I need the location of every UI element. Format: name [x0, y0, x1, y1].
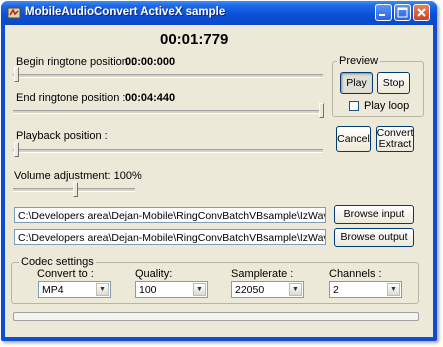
minimize-button[interactable]	[375, 4, 392, 21]
begin-position-time: 00:00:000	[125, 56, 176, 68]
stop-button-label: Stop	[382, 76, 405, 89]
convert-to-select[interactable]: MP4 ▼	[38, 281, 111, 298]
window-title: MobileAudioConvert ActiveX sample	[25, 6, 226, 18]
preview-legend: Preview	[337, 55, 381, 67]
samplerate-label: Samplerate :	[231, 268, 294, 280]
convert-to-value: MP4	[42, 284, 64, 296]
play-loop-label: Play loop	[364, 100, 410, 112]
channels-select[interactable]: 2 ▼	[329, 281, 402, 298]
end-slider-track[interactable]	[13, 110, 323, 114]
begin-slider-thumb[interactable]	[14, 67, 19, 82]
conversion-progress-bar	[13, 312, 419, 321]
playback-slider-track[interactable]	[13, 149, 323, 153]
chevron-down-icon[interactable]: ▼	[96, 283, 109, 296]
quality-label: Quality:	[135, 268, 173, 280]
browse-input-button[interactable]: Browse input	[334, 205, 414, 224]
stop-button[interactable]: Stop	[377, 72, 410, 94]
cancel-button-label: Cancel	[337, 132, 370, 145]
samplerate-select[interactable]: 22050 ▼	[231, 281, 304, 298]
app-window: MobileAudioConvert ActiveX sample 00:01:…	[1, 1, 437, 341]
output-path-field[interactable]: C:\Developers area\Dejan-Mobile\RingConv…	[14, 229, 326, 245]
browse-input-label: Browse input	[343, 208, 405, 220]
quality-value: 100	[139, 284, 157, 296]
quality-select[interactable]: 100 ▼	[135, 281, 208, 298]
maximize-icon	[397, 7, 408, 18]
begin-slider-track[interactable]	[13, 74, 323, 78]
maximize-button[interactable]	[394, 4, 411, 21]
playback-position-label: Playback position :	[16, 130, 108, 142]
volume-slider-thumb[interactable]	[72, 182, 78, 197]
close-icon	[417, 8, 426, 17]
current-time: 00:01:779	[160, 31, 229, 48]
convert-extract-button[interactable]: Convert Extract	[376, 126, 414, 152]
client-area: 00:01:779 Begin ringtone position : 00:0…	[5, 25, 433, 337]
extract-label: Extract	[378, 138, 412, 150]
input-path-field[interactable]: C:\Developers area\Dejan-Mobile\RingConv…	[14, 207, 326, 223]
play-loop-checkbox[interactable]	[349, 101, 359, 111]
begin-position-label: Begin ringtone position :	[16, 56, 135, 68]
cancel-button[interactable]: Cancel	[336, 126, 371, 152]
playback-slider-thumb[interactable]	[14, 142, 19, 157]
app-icon	[7, 7, 21, 19]
minimize-icon	[379, 14, 385, 16]
end-position-label: End ringtone position :	[16, 92, 126, 104]
end-position-time: 00:04:440	[125, 92, 176, 104]
close-button[interactable]	[413, 4, 430, 21]
browse-output-label: Browse output	[340, 231, 408, 243]
end-slider-thumb[interactable]	[319, 103, 324, 118]
channels-label: Channels :	[329, 268, 382, 280]
codec-settings-legend: Codec settings	[19, 256, 96, 268]
play-button[interactable]: Play	[340, 72, 373, 94]
channels-value: 2	[333, 284, 339, 296]
play-button-label: Play	[346, 76, 367, 89]
volume-label: Volume adjustment: 100%	[14, 170, 142, 182]
browse-output-button[interactable]: Browse output	[334, 228, 414, 247]
convert-to-label: Convert to :	[37, 268, 94, 280]
samplerate-value: 22050	[235, 284, 265, 296]
title-bar[interactable]: MobileAudioConvert ActiveX sample	[1, 1, 437, 25]
chevron-down-icon[interactable]: ▼	[193, 283, 206, 296]
chevron-down-icon[interactable]: ▼	[387, 283, 400, 296]
chevron-down-icon[interactable]: ▼	[289, 283, 302, 296]
